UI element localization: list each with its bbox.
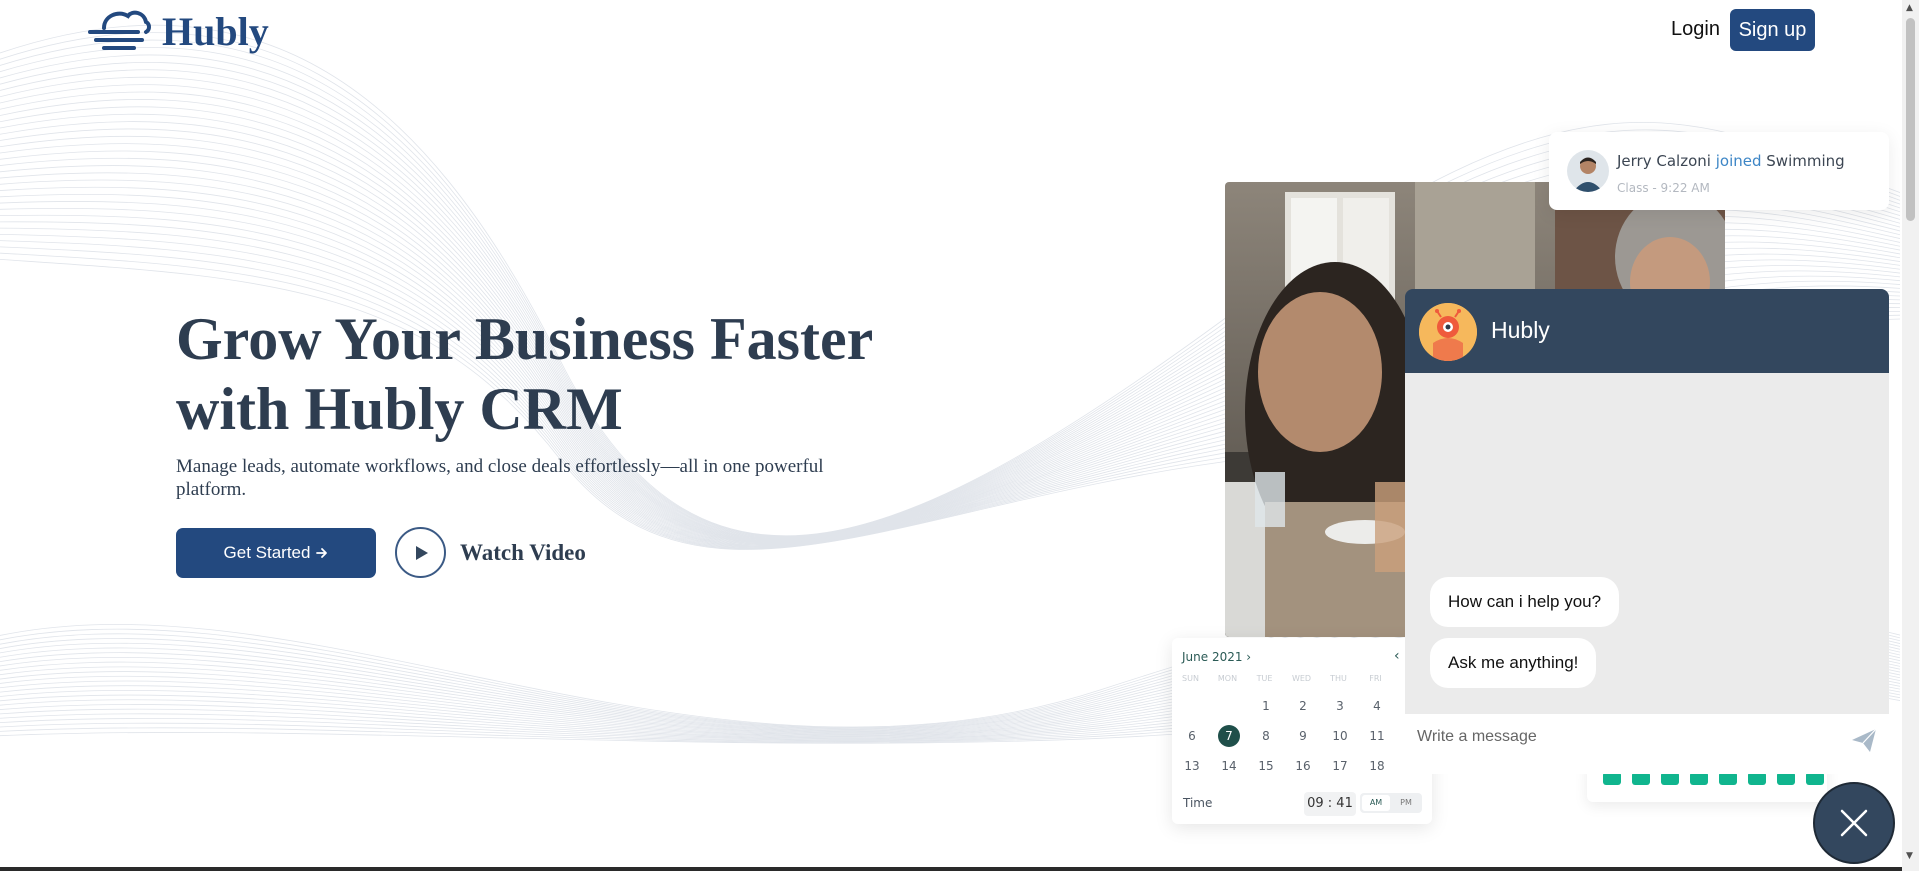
calendar-day[interactable]: 2	[1290, 695, 1316, 717]
scrollbar-thumb[interactable]	[1906, 18, 1915, 221]
chat-messages: How can i help you? Ask me anything!	[1405, 373, 1889, 714]
weekday-label: WED	[1291, 674, 1312, 683]
cloud-wind-icon	[88, 10, 151, 50]
calendar-day[interactable]: 13	[1179, 755, 1205, 777]
chat-message: Ask me anything!	[1430, 638, 1597, 688]
calendar-widget: June 2021 › ‹ SUN MON TUE WED THU FRI 1 …	[1172, 638, 1432, 824]
get-started-label: Get Started	[223, 543, 311, 562]
weekday-label: TUE	[1256, 674, 1273, 683]
am-pm-toggle[interactable]: AM PM	[1360, 793, 1422, 813]
time-input[interactable]: 09 : 41	[1304, 792, 1356, 816]
chat-input-row	[1405, 714, 1889, 774]
calendar-day[interactable]: 15	[1253, 755, 1279, 777]
robot-icon	[1419, 303, 1477, 361]
weekday-label: FRI	[1369, 674, 1382, 683]
weekday-label: THU	[1330, 674, 1347, 683]
arrow-right-icon	[316, 548, 328, 558]
vertical-scrollbar[interactable]: ▲ ▼	[1902, 0, 1919, 871]
send-icon[interactable]	[1850, 726, 1878, 754]
notification-text: Jerry Calzoni joined Swimming	[1617, 152, 1845, 170]
activity-notification: Jerry Calzoni joined Swimming Class - 9:…	[1549, 132, 1889, 210]
calendar-month[interactable]: June 2021 ›	[1182, 650, 1251, 664]
chat-message-input[interactable]	[1417, 722, 1837, 752]
chevron-left-icon[interactable]: ‹	[1394, 648, 1400, 664]
pm-option[interactable]: PM	[1392, 795, 1420, 811]
notification-name: Jerry Calzoni	[1617, 152, 1711, 170]
calendar-day[interactable]: 11	[1364, 725, 1390, 747]
chat-widget: Hubly How can i help you? Ask me anythin…	[1405, 289, 1889, 774]
scroll-up-icon[interactable]: ▲	[1906, 3, 1913, 13]
notification-target: Swimming	[1766, 152, 1845, 170]
notification-time: Class - 9:22 AM	[1617, 181, 1710, 195]
brand-logo[interactable]: Hubly	[86, 6, 269, 56]
signup-button[interactable]: Sign up	[1730, 9, 1815, 51]
hero-title: Grow Your Business Faster with Hubly CRM	[176, 306, 873, 442]
chat-header: Hubly	[1405, 289, 1889, 373]
avatar	[1567, 150, 1609, 192]
get-started-button[interactable]: Get Started	[176, 528, 376, 578]
brand-name: Hubly	[162, 8, 269, 54]
chat-title: Hubly	[1491, 317, 1550, 343]
calendar-day[interactable]: 3	[1327, 695, 1353, 717]
am-option[interactable]: AM	[1362, 795, 1390, 811]
scroll-down-icon[interactable]: ▼	[1906, 851, 1913, 861]
calendar-day[interactable]: 8	[1253, 725, 1279, 747]
calendar-day[interactable]: 4	[1364, 695, 1390, 717]
login-link[interactable]: Login	[1671, 18, 1720, 41]
weekday-label: SUN	[1182, 674, 1199, 683]
hero-subtitle: Manage leads, automate workflows, and cl…	[176, 456, 824, 500]
watch-video-label: Watch Video	[460, 539, 586, 565]
time-label: Time	[1183, 796, 1213, 810]
close-icon	[1840, 809, 1868, 837]
calendar-day[interactable]: 9	[1290, 725, 1316, 747]
chat-message: How can i help you?	[1430, 577, 1620, 627]
calendar-day[interactable]: 18	[1364, 755, 1390, 777]
calendar-day[interactable]: 14	[1216, 755, 1242, 777]
calendar-day[interactable]: 6	[1179, 725, 1205, 747]
weekday-label: MON	[1217, 674, 1238, 683]
calendar-day[interactable]: 10	[1327, 725, 1353, 747]
calendar-day[interactable]: 16	[1290, 755, 1316, 777]
notification-action: joined	[1715, 152, 1762, 170]
watch-video-button[interactable]: Watch Video	[395, 527, 586, 578]
close-chat-button[interactable]	[1813, 782, 1895, 864]
calendar-day[interactable]: 17	[1327, 755, 1353, 777]
calendar-day-selected[interactable]: 7	[1218, 725, 1240, 747]
calendar-day[interactable]: 1	[1253, 695, 1279, 717]
window-bottom-border	[0, 867, 1902, 871]
play-icon	[395, 527, 446, 578]
